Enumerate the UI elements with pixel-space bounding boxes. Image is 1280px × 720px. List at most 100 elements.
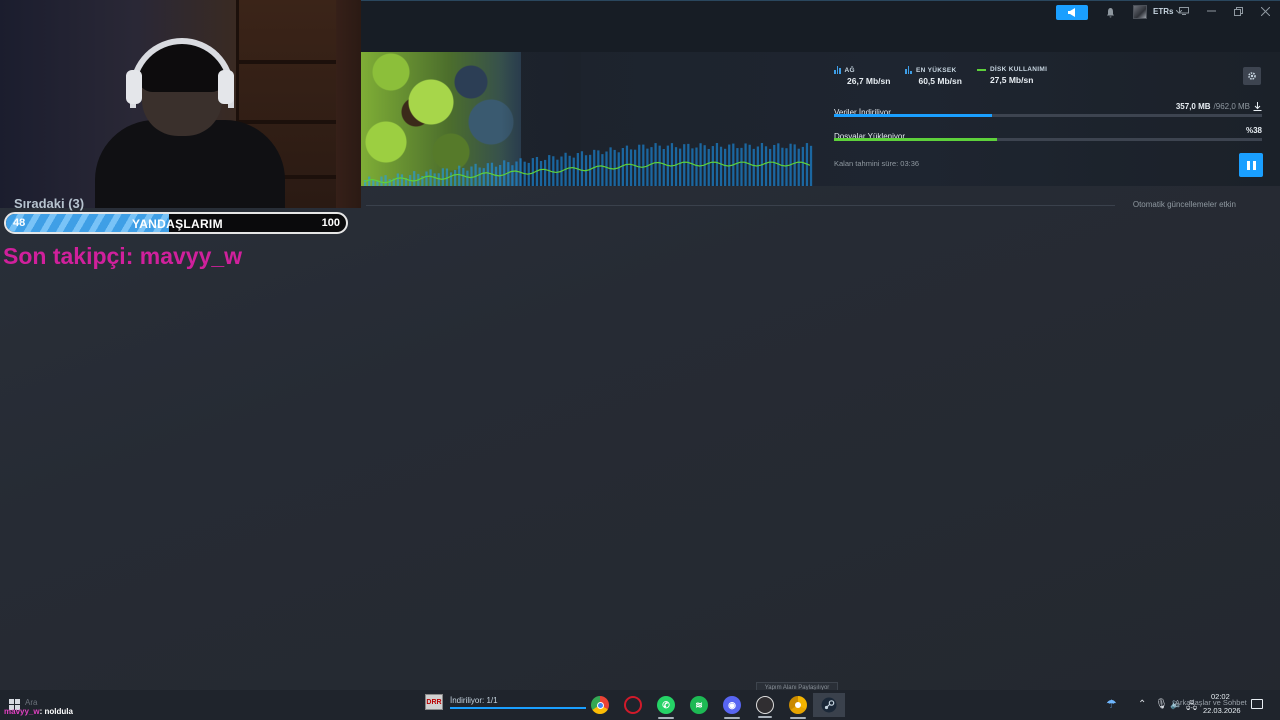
graph-bar (662, 148, 665, 186)
announcements-button[interactable] (1056, 5, 1088, 20)
graph-bar (691, 148, 694, 186)
graph-bar (503, 160, 506, 186)
graph-bar (466, 170, 469, 186)
graph-bar (748, 144, 751, 186)
graph-bar (719, 146, 723, 186)
graph-bar (642, 144, 645, 186)
whatsapp-icon[interactable]: ✆ (657, 696, 675, 719)
graph-bar (511, 165, 514, 186)
avatar[interactable] (1133, 5, 1147, 19)
auto-update-status[interactable]: Otomatik güncellemeler etkin (1133, 200, 1236, 209)
clock-date[interactable]: 22.03.2026 (1203, 706, 1241, 715)
chrome-canary-icon[interactable] (789, 696, 807, 719)
graph-bar (597, 150, 600, 186)
graph-bar (646, 148, 649, 186)
eta-text: Kalan tahmini süre: 03:36 (834, 159, 920, 168)
graph-bar (801, 146, 804, 186)
account-username: ETRs (1153, 7, 1174, 16)
graph-bar (441, 168, 444, 186)
stat-disk-value: 27,5 Mb/sn (989, 75, 1034, 85)
graph-bar (724, 148, 727, 186)
graph-bar (695, 147, 698, 186)
clock-time[interactable]: 02:02 (1211, 692, 1230, 701)
webcam-overlay (0, 0, 361, 208)
spotify-icon[interactable]: ≋ (690, 696, 708, 714)
discord-icon[interactable]: ◉ (723, 696, 741, 719)
graph-bar (478, 167, 481, 186)
stat-disk: DİSK KULLANIMI 27,5 Mb/sn (976, 66, 1047, 86)
graph-bar (699, 143, 702, 186)
chrome-icon[interactable] (591, 696, 609, 714)
graph-bar (707, 148, 710, 186)
graph-bar (679, 148, 682, 186)
download-settings-button[interactable] (1243, 67, 1261, 85)
disk-progress-row: Dosyalar Yükleniyor %38 (834, 126, 1262, 144)
follower-goal-title: YANDAŞLARIM (132, 217, 223, 231)
latest-follower-text: Son takipçi: mavyy_w (3, 243, 243, 269)
graph-bar (650, 147, 653, 186)
opera-icon[interactable] (624, 696, 642, 714)
graph-bar (425, 171, 428, 186)
graph-bar (454, 170, 457, 186)
graph-bar (781, 147, 784, 186)
maximize-button[interactable] (1231, 4, 1245, 18)
big-picture-button[interactable] (1177, 4, 1191, 18)
bell-icon (1106, 7, 1114, 17)
megaphone-icon (1067, 8, 1075, 17)
steam-icon (821, 697, 837, 713)
graph-bar (752, 148, 755, 186)
chevron-up-icon[interactable]: ⌃ (1138, 699, 1146, 710)
stat-peak: EN YÜKSEK 60,5 Mb/sn (905, 66, 962, 86)
graph-bar (740, 147, 743, 186)
graph-bar (474, 163, 477, 186)
close-button[interactable] (1258, 4, 1272, 18)
search-label[interactable]: Ara (25, 698, 37, 707)
disk-line-icon (976, 68, 986, 71)
follower-goal-bar: 48 YANDAŞLARIM 100 (4, 212, 348, 234)
graph-bar (617, 152, 620, 186)
queue-divider (366, 205, 1115, 206)
graph-bar (605, 151, 608, 186)
notifications-button[interactable] (1103, 5, 1117, 20)
graph-bar (711, 146, 714, 186)
steam-topbar: ETRs (361, 0, 1280, 52)
disk-progress-track (834, 138, 1262, 141)
pause-icon (1246, 160, 1250, 170)
graph-bar (601, 154, 604, 186)
graph-bar (674, 147, 678, 186)
graph-bar (613, 149, 616, 186)
minimize-button[interactable] (1204, 4, 1218, 18)
graph-bar (793, 144, 796, 186)
graph-bar (539, 160, 543, 186)
download-banner: AĞ 26,7 Mb/sn EN YÜKSEK 60,5 Mb/sn DİSK … (361, 52, 1280, 186)
steam-taskbar-button[interactable] (813, 693, 845, 717)
obs-icon[interactable] (756, 696, 774, 718)
graph-bar (809, 145, 813, 186)
weather-icon[interactable]: ☂ (1106, 697, 1117, 711)
graph-bar (437, 173, 440, 186)
pause-button[interactable] (1239, 153, 1263, 177)
graph-bar (494, 166, 498, 186)
graph-bar (580, 151, 584, 186)
download-manager-icon[interactable]: DRR (425, 694, 443, 710)
graph-bar (433, 173, 436, 186)
disk-progress-fill (834, 138, 997, 141)
close-icon (1260, 6, 1270, 16)
graph-bar (372, 179, 375, 186)
gear-icon (1248, 72, 1256, 80)
minimize-icon (1206, 10, 1216, 12)
notification-icon[interactable] (1251, 699, 1263, 709)
microphone-icon[interactable]: 🎙 (1155, 699, 1168, 710)
graph-bar (621, 147, 624, 186)
graph-bar (458, 165, 461, 186)
graph-bar (625, 145, 629, 186)
graph-bar (568, 155, 571, 186)
graph-bar (384, 175, 387, 186)
monitor-icon (1179, 7, 1189, 15)
windows-taskbar: Ara mavyy_w: noldula DRR İndiriliyor: 1/… (0, 690, 1280, 720)
download-manager-label[interactable]: İndiriliyor: 1/1 (450, 696, 498, 705)
graph-bar (589, 154, 592, 186)
graph-bar (687, 143, 690, 186)
download-total: /962,0 MB (1213, 102, 1250, 111)
graph-bar (785, 148, 788, 186)
